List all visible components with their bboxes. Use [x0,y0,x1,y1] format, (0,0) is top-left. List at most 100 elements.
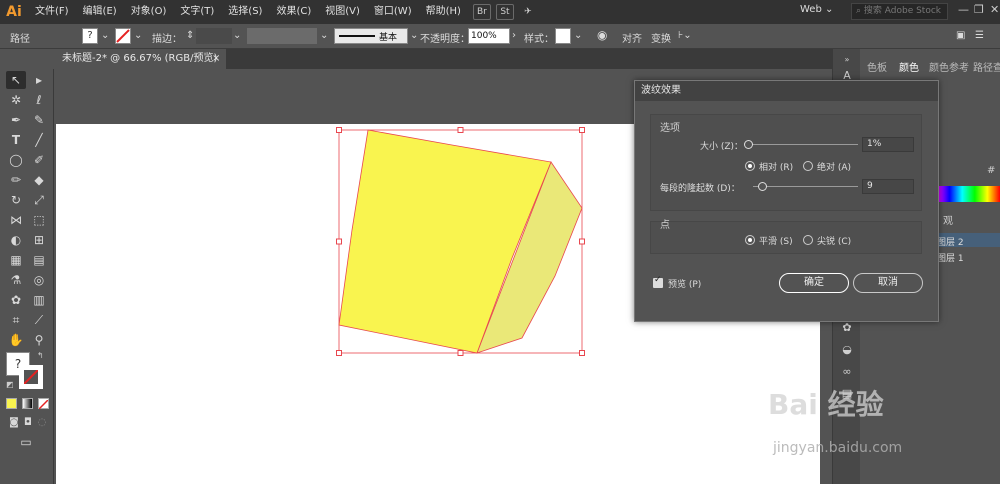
size-slider-knob[interactable] [744,140,753,149]
type-tool-icon[interactable]: T [6,131,26,149]
blend-tool-icon[interactable]: ◎ [29,271,49,289]
recolor-artwork-icon[interactable]: ◉ [597,28,607,42]
arrange-documents-icon[interactable]: ▣ [956,30,965,41]
swap-fill-stroke-icon[interactable]: ↰ [37,351,44,360]
menu-effect[interactable]: 效果(C) [269,0,318,24]
maximize-icon[interactable]: ❐ [974,3,984,16]
close-icon[interactable]: ✕ [990,3,999,16]
direct-selection-tool-icon[interactable]: ▸ [29,71,49,89]
bridge-button[interactable]: Br [472,4,491,20]
close-tab-icon[interactable]: × [212,49,220,69]
menu-help[interactable]: 帮助(H) [419,0,468,24]
tab-swatches[interactable]: 色板 [867,59,887,74]
free-transform-tool-icon[interactable]: ⬚ [29,211,49,229]
layer-row[interactable]: 图层 1 [937,251,964,264]
draw-inside-icon[interactable]: ◌ [32,414,52,432]
perspective-grid-tool-icon[interactable]: ⊞ [29,231,49,249]
line-tool-icon[interactable]: ╱ [29,131,49,149]
workspace-switcher[interactable]: Web ⌄ [800,4,833,15]
eyedropper-tool-icon[interactable]: ⚗ [6,271,26,289]
column-graph-tool-icon[interactable]: ▥ [29,291,49,309]
gradient-mode-swatch[interactable] [22,398,33,409]
align-button[interactable]: 对齐 [622,30,642,45]
stroke-box[interactable] [19,365,43,389]
menu-window[interactable]: 窗口(W) [367,0,419,24]
menu-file[interactable]: 文件(F) [28,0,76,24]
links-panel-icon[interactable]: ∞ [837,363,857,381]
color-mode-swatch[interactable] [6,398,17,409]
brush-definition-dropdown[interactable]: 基本 [334,28,408,44]
stroke-weight-stepper[interactable]: ⇕ [186,30,194,41]
slice-tool-icon[interactable]: ⟋ [29,311,49,329]
chevron-down-icon[interactable]: ⌄ [233,30,241,41]
magic-wand-tool-icon[interactable]: ✲ [6,91,26,109]
graphic-style-swatch[interactable] [555,28,571,44]
ridges-input[interactable]: 9 [862,179,914,194]
tab-color[interactable]: 颜色 [899,59,919,74]
stroke-weight-field[interactable] [196,28,232,44]
appearance-tab[interactable]: 观 [943,212,953,227]
gradient-tool-icon[interactable]: ▤ [29,251,49,269]
document-tab[interactable]: 未标题-2* @ 66.67% (RGB/预览) × [56,49,226,69]
opacity-field[interactable]: 100% [468,28,510,44]
fill-swatch[interactable]: ? [82,28,98,44]
chevron-down-icon[interactable]: ⌄ [410,30,418,41]
chevron-down-icon[interactable]: ⌄ [320,30,328,41]
none-mode-swatch[interactable] [38,398,49,410]
mesh-tool-icon[interactable]: ▦ [6,251,26,269]
smooth-radio[interactable] [745,235,755,245]
ellipse-tool-icon[interactable]: ◯ [6,151,26,169]
pen-tool-icon[interactable]: ✒ [6,111,26,129]
size-input[interactable]: 1% [862,137,914,152]
isolate-object-icon[interactable]: ⊦⌄ [678,30,692,41]
relative-radio[interactable] [745,161,755,171]
stroke-swatch[interactable] [115,28,131,44]
paintbrush-tool-icon[interactable]: ✐ [29,151,49,169]
chevron-down-icon[interactable]: ⌄ [134,30,142,41]
graphic-styles-panel-icon[interactable]: ◒ [837,341,857,359]
transform-button[interactable]: 变换 [651,30,671,45]
baidu-watermark-url: jingyan.baidu.com [773,440,903,456]
stock-search-input[interactable]: ⌕ 搜索 Adobe Stock [851,3,948,20]
menu-view[interactable]: 视图(V) [318,0,367,24]
tab-pathfinder[interactable]: 路径查找器 [973,59,1000,74]
color-spectrum[interactable] [937,186,1000,202]
menu-select[interactable]: 选择(S) [221,0,269,24]
hand-tool-icon[interactable]: ✋ [6,331,26,349]
absolute-radio[interactable] [803,161,813,171]
preview-checkbox[interactable] [653,275,663,288]
screen-mode-icon[interactable]: ▭ [16,433,36,451]
zig-zag-effect-dialog: 波纹效果 选项 大小 (Z)： 1% 相对 (R) 绝对 (A) 每段的隆起数 … [634,80,939,322]
curvature-tool-icon[interactable]: ✎ [29,111,49,129]
gpu-performance-icon[interactable]: ✈ [519,4,537,20]
lasso-tool-icon[interactable]: ℓ [29,91,49,109]
layer-row[interactable]: 图层 2 [937,235,964,248]
artboard-tool-icon[interactable]: ⌗ [6,311,26,329]
menu-type[interactable]: 文字(T) [173,0,221,24]
rotate-tool-icon[interactable]: ↻ [6,191,26,209]
stock-button[interactable]: St [495,4,514,20]
corner-radio[interactable] [803,235,813,245]
variable-width-profile[interactable] [247,28,317,44]
size-slider-track[interactable] [748,144,858,145]
cancel-button[interactable]: 取消 [853,273,923,293]
symbol-sprayer-tool-icon[interactable]: ✿ [6,291,26,309]
zoom-tool-icon[interactable]: ⚲ [29,331,49,349]
default-fill-stroke-icon[interactable]: ◩ [6,380,14,389]
chevron-down-icon[interactable]: ⌄ [101,30,109,41]
panel-menu-icon[interactable]: ☰ [975,30,984,41]
eraser-tool-icon[interactable]: ◆ [29,171,49,189]
ok-button[interactable]: 确定 [779,273,849,293]
pencil-tool-icon[interactable]: ✏ [6,171,26,189]
chevron-down-icon[interactable]: ⌄ [574,30,582,41]
chevron-right-icon[interactable]: › [512,30,516,41]
menu-edit[interactable]: 编辑(E) [76,0,124,24]
width-tool-icon[interactable]: ⋈ [6,211,26,229]
menu-object[interactable]: 对象(O) [124,0,174,24]
shape-builder-tool-icon[interactable]: ◐ [6,231,26,249]
scale-tool-icon[interactable]: ⤢ [29,191,49,209]
minimize-icon[interactable]: — [958,3,969,16]
tab-color-guide[interactable]: 颜色参考 [929,59,969,74]
selection-tool-icon[interactable]: ↖ [6,71,26,89]
ridges-slider-track[interactable] [753,186,858,187]
